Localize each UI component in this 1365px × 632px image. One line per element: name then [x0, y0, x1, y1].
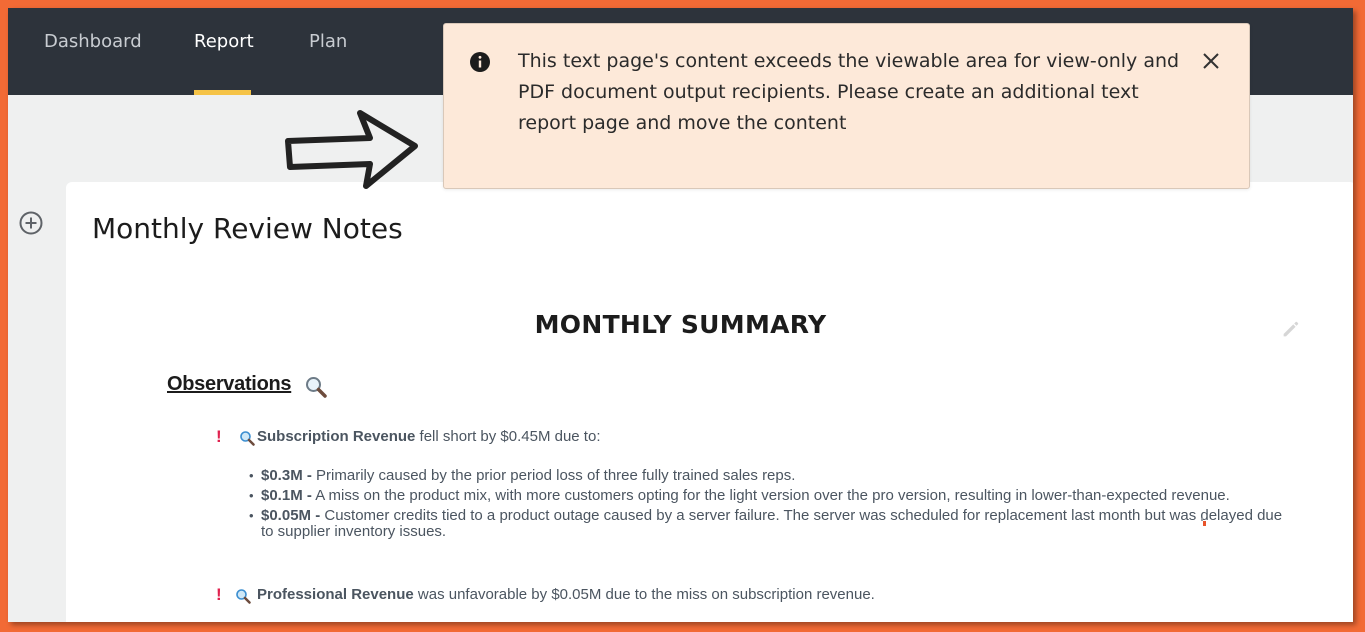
report-page-card — [66, 182, 1353, 622]
observation-detail: fell short by $0.45M due to: — [415, 428, 601, 445]
observation-subject: Subscription Revenue — [257, 428, 416, 445]
bullet-text: A miss on the product mix, with more cus… — [311, 487, 1230, 504]
app-window: Dashboard Report Plan Monthly Review Not… — [8, 8, 1353, 622]
tab-report-label: Report — [194, 31, 254, 52]
magnifier-emoji-icon — [236, 589, 251, 604]
bullet-text: Primarily caused by the prior period los… — [311, 467, 796, 484]
observation-line-subscription: Subscription Revenue fell short by $0.45… — [257, 428, 600, 445]
tab-dashboard-label: Dashboard — [44, 31, 142, 52]
bullet-amount: $0.3M - — [261, 467, 312, 484]
list-item: $0.3M - Primarily caused by the prior pe… — [249, 468, 1289, 484]
observation-line-professional: Professional Revenue was unfavorable by … — [257, 586, 875, 603]
toast-message: This text page's content exceeds the vie… — [518, 50, 1180, 134]
page-title: Monthly Review Notes — [92, 212, 403, 245]
tab-plan-label: Plan — [309, 31, 348, 52]
add-circle-icon[interactable] — [18, 210, 44, 236]
pencil-edit-icon[interactable] — [1280, 318, 1302, 340]
observation-detail: was unfavorable by $0.05M due to the mis… — [413, 586, 875, 603]
close-icon[interactable] — [1202, 52, 1220, 70]
tab-dashboard[interactable]: Dashboard — [44, 31, 142, 95]
warning-toast: This text page's content exceeds the vie… — [443, 23, 1250, 189]
bullet-amount: $0.05M - — [261, 507, 321, 524]
list-item: $0.1M - A miss on the product mix, with … — [249, 488, 1289, 504]
tab-plan[interactable]: Plan — [309, 31, 347, 95]
alert-exclamation-icon: ! — [216, 427, 222, 446]
bullet-text: Customer credits tied to a product outag… — [261, 507, 1283, 540]
magnifier-emoji-icon — [240, 431, 255, 446]
bullet-amount: $0.1M - — [261, 487, 312, 504]
magnifier-emoji-icon — [306, 377, 327, 398]
alert-exclamation-icon: ! — [216, 585, 222, 604]
tab-report[interactable]: Report — [194, 31, 254, 95]
text-cursor-icon — [1201, 518, 1206, 526]
observation-subject: Professional Revenue — [257, 586, 414, 603]
annotation-arrow-icon — [285, 110, 418, 189]
observations-heading: Observations — [167, 373, 292, 395]
info-icon — [470, 52, 490, 72]
summary-heading: MONTHLY SUMMARY — [534, 310, 827, 339]
subscription-breakdown-list: $0.3M - Primarily caused by the prior pe… — [249, 468, 1289, 544]
active-tab-indicator — [194, 90, 251, 95]
list-item: $0.05M - Customer credits tied to a prod… — [249, 508, 1289, 540]
